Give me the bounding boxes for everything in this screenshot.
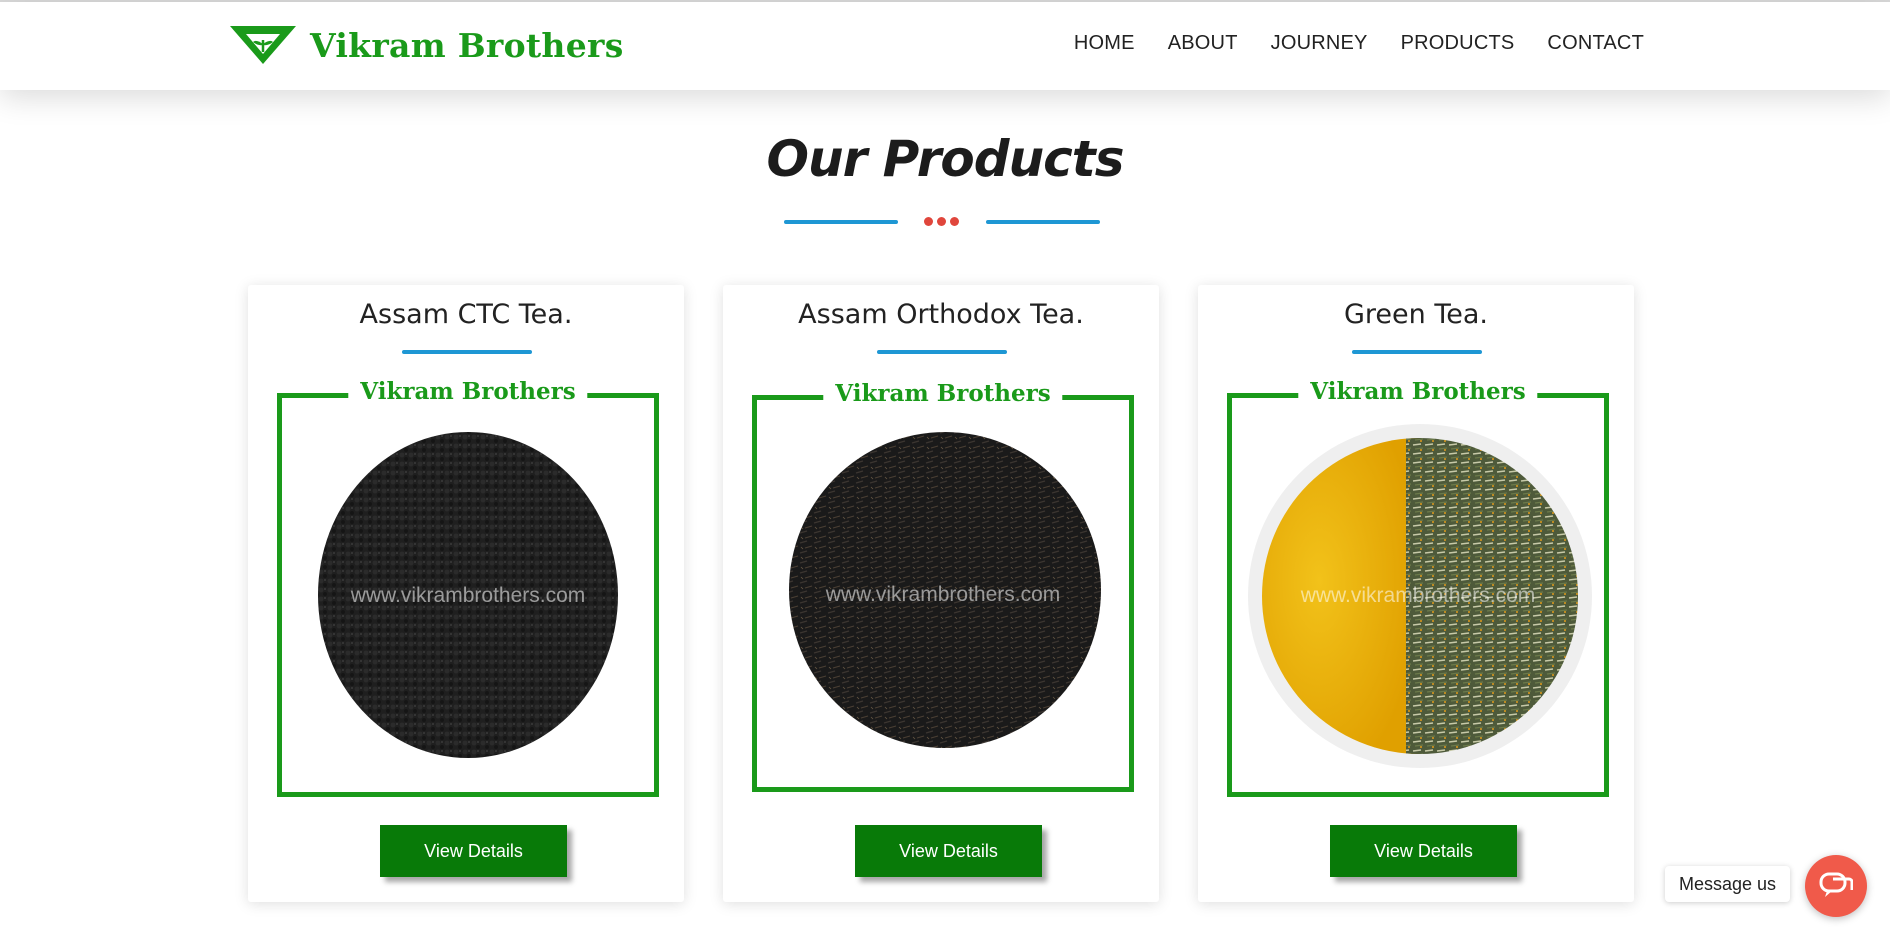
product-title: Assam Orthodox Tea. <box>798 299 1084 330</box>
nav-item-journey[interactable]: JOURNEY <box>1271 32 1368 55</box>
divider-dot <box>937 217 946 226</box>
view-details-button[interactable]: View Details <box>1330 825 1517 877</box>
title-divider <box>784 217 1100 227</box>
section-title: Our Products <box>766 130 1125 188</box>
frame-brand-label: Vikram Brothers <box>823 380 1063 407</box>
product-image-frame: Vikram Brothers www.vikrambrothers.com <box>752 380 1134 792</box>
view-details-button[interactable]: View Details <box>380 825 567 877</box>
product-title: Green Tea. <box>1344 299 1488 330</box>
divider-bar-right <box>986 220 1100 224</box>
brand-name: Vikram Brothers <box>310 25 624 65</box>
chat-bubble-icon <box>1819 872 1853 897</box>
product-title: Assam CTC Tea. <box>359 299 573 330</box>
chat-button[interactable] <box>1805 855 1867 917</box>
product-card: Assam CTC Tea. Vikram Brothers www.vikra… <box>248 285 684 902</box>
nav-item-contact[interactable]: CONTACT <box>1547 32 1644 55</box>
brand-logo-link[interactable]: Vikram Brothers <box>228 24 624 66</box>
watermark-text: www.vikrambrothers.com <box>825 583 1061 606</box>
product-title-underline <box>402 350 532 354</box>
product-image-frame: Vikram Brothers www.vikrambrothers.com <box>277 378 659 797</box>
view-details-button[interactable]: View Details <box>855 825 1042 877</box>
divider-bar-left <box>784 220 898 224</box>
leaf-triangle-logo-icon <box>230 26 296 64</box>
main-nav: HOME ABOUT JOURNEY PRODUCTS CONTACT <box>1041 32 1644 55</box>
product-image-frame: Vikram Brothers www.vikrambrothers.com <box>1227 378 1609 797</box>
site-header: Vikram Brothers HOME ABOUT JOURNEY PRODU… <box>0 2 1890 90</box>
frame-brand-label: Vikram Brothers <box>1298 378 1538 405</box>
watermark-text: www.vikrambrothers.com <box>1300 584 1536 607</box>
divider-dot <box>950 217 959 226</box>
frame-brand-label: Vikram Brothers <box>348 378 588 405</box>
divider-dot <box>924 217 933 226</box>
nav-item-products[interactable]: PRODUCTS <box>1401 32 1515 55</box>
watermark-text: www.vikrambrothers.com <box>350 584 586 607</box>
product-card: Green Tea. Vikram Brothers www.vikrambro… <box>1198 285 1634 902</box>
nav-item-about[interactable]: ABOUT <box>1168 32 1238 55</box>
nav-item-home[interactable]: HOME <box>1074 32 1135 55</box>
product-title-underline <box>877 350 1007 354</box>
product-card: Assam Orthodox Tea. Vikram Brothers www.… <box>723 285 1159 902</box>
message-us-label[interactable]: Message us <box>1665 866 1791 902</box>
product-title-underline <box>1352 350 1482 354</box>
